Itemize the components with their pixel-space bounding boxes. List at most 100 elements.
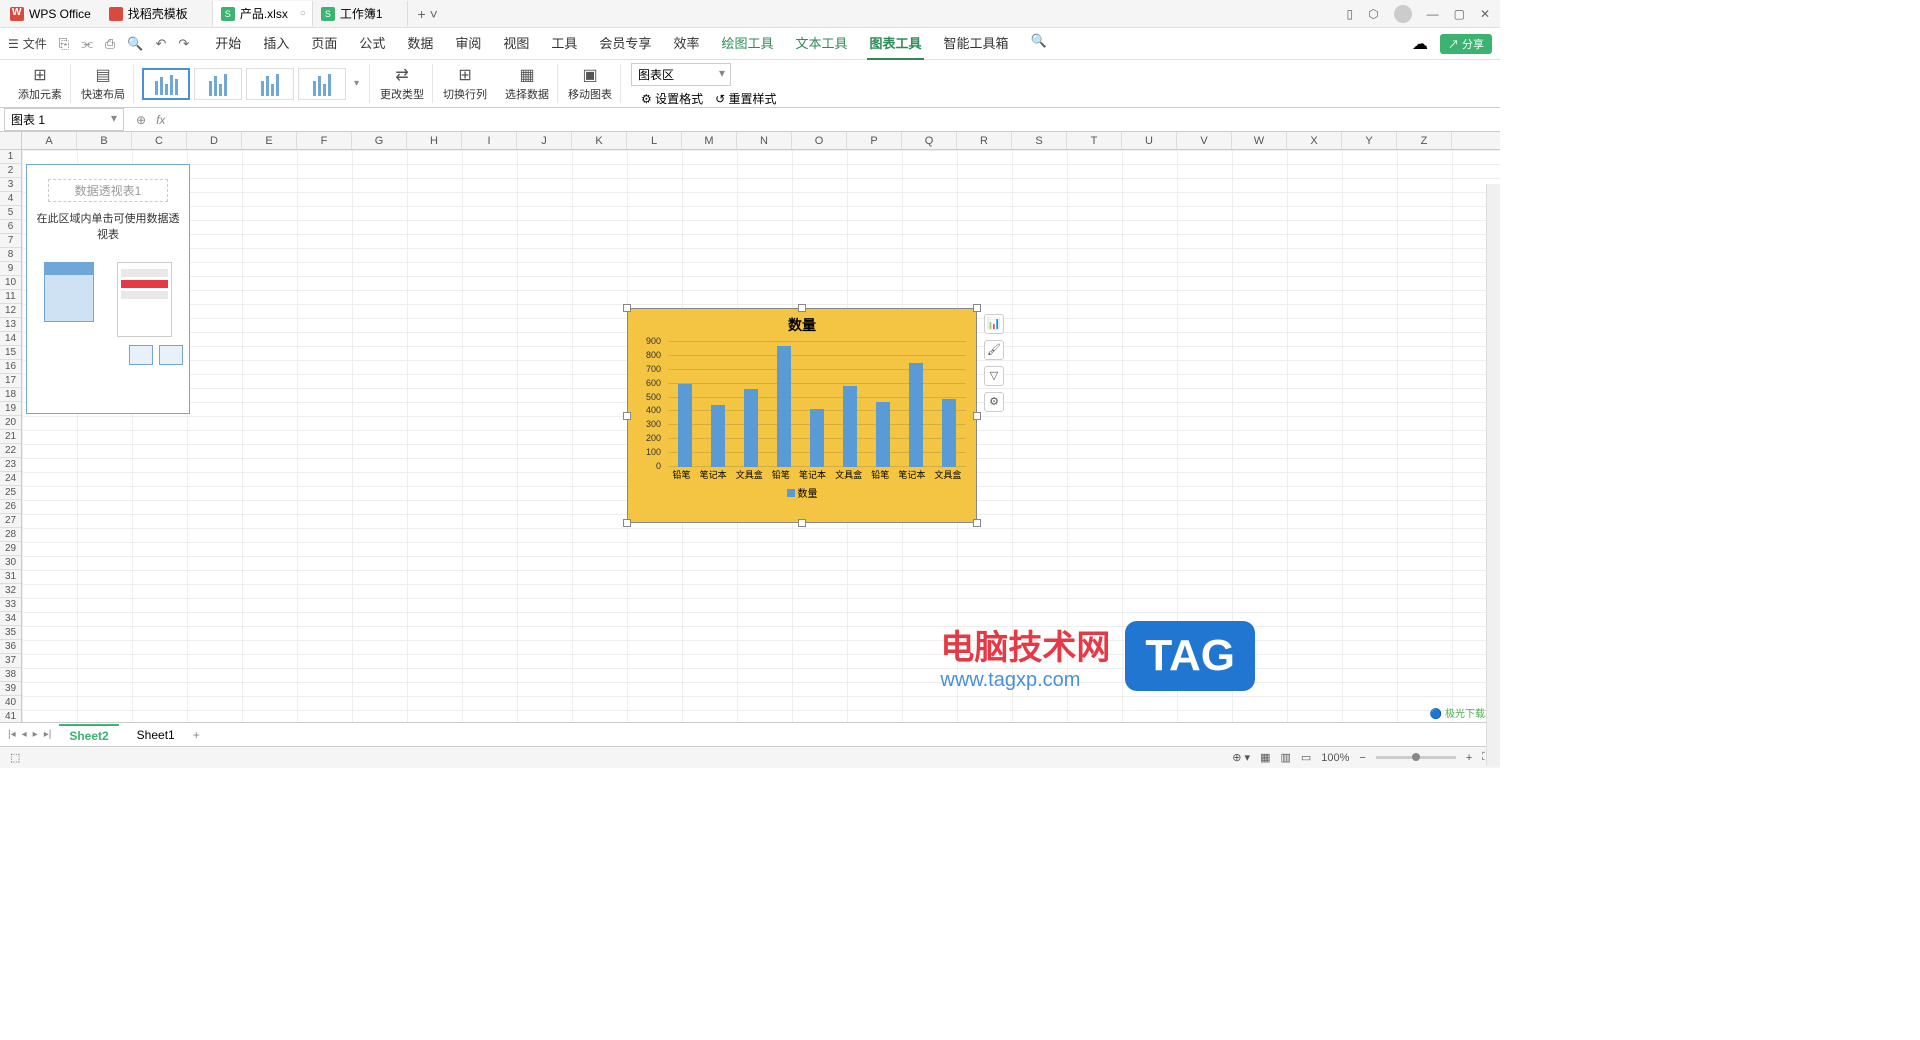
row-header[interactable]: 5 — [0, 206, 21, 220]
chart-style-4[interactable] — [298, 68, 346, 100]
bar[interactable] — [909, 363, 923, 467]
embedded-chart[interactable]: 数量 0100200300400500600700800900 铅笔笔记本文具盒… — [627, 308, 977, 523]
style-more-icon[interactable]: ▾ — [350, 78, 363, 89]
bar[interactable] — [843, 386, 857, 467]
next-sheet-icon[interactable]: ▸ — [33, 729, 38, 740]
view-target-icon[interactable]: ⊕ ▾ — [1232, 751, 1250, 764]
col-header[interactable]: P — [847, 132, 902, 149]
status-mode-icon[interactable]: ⬚ — [10, 751, 20, 764]
resize-handle[interactable] — [973, 304, 981, 312]
close-icon[interactable]: ○ — [300, 8, 306, 19]
row-header[interactable]: 13 — [0, 318, 21, 332]
row-header[interactable]: 36 — [0, 640, 21, 654]
file-menu[interactable]: ☰ 文件 — [8, 35, 47, 52]
col-header[interactable]: W — [1232, 132, 1287, 149]
cell-area[interactable]: 数据透视表1 在此区域内单击可使用数据透视表 — [22, 150, 1500, 722]
row-header[interactable]: 2 — [0, 164, 21, 178]
zoom-in-icon[interactable]: + — [1466, 752, 1472, 764]
move-chart-button[interactable]: ▣ 移动图表 — [560, 64, 621, 103]
sheet-tab-sheet1[interactable]: Sheet1 — [127, 725, 185, 745]
avatar[interactable] — [1394, 5, 1412, 23]
tab-draw-tools[interactable]: 绘图工具 — [719, 27, 775, 60]
tab-start[interactable]: 开始 — [213, 27, 243, 60]
row-header[interactable]: 30 — [0, 556, 21, 570]
new-tab-button[interactable]: + ˅ — [408, 6, 448, 22]
prev-sheet-icon[interactable]: ◂ — [22, 729, 27, 740]
col-header[interactable]: H — [407, 132, 462, 149]
row-header[interactable]: 21 — [0, 430, 21, 444]
tab-view[interactable]: 视图 — [501, 27, 531, 60]
row-header[interactable]: 38 — [0, 668, 21, 682]
chart-area-select[interactable]: 图表区 — [631, 63, 731, 86]
row-header[interactable]: 23 — [0, 458, 21, 472]
sheet-tab-sheet2[interactable]: Sheet2 — [59, 724, 118, 746]
doc-tab-template[interactable]: 找稻壳模板 — [101, 1, 213, 26]
maximize-icon[interactable]: ▢ — [1454, 7, 1465, 21]
resize-handle[interactable] — [798, 304, 806, 312]
row-header[interactable]: 14 — [0, 332, 21, 346]
row-header[interactable]: 25 — [0, 486, 21, 500]
row-header[interactable]: 37 — [0, 654, 21, 668]
row-header[interactable]: 31 — [0, 570, 21, 584]
row-header[interactable]: 28 — [0, 528, 21, 542]
resize-handle[interactable] — [623, 519, 631, 527]
share-button[interactable]: ↗ 分享 — [1440, 34, 1492, 54]
row-header[interactable]: 8 — [0, 248, 21, 262]
resize-handle[interactable] — [798, 519, 806, 527]
bar[interactable] — [711, 405, 725, 468]
col-header[interactable]: R — [957, 132, 1012, 149]
minimize-icon[interactable]: — — [1427, 7, 1439, 21]
col-header[interactable]: J — [517, 132, 572, 149]
doc-tab-workbook[interactable]: S 工作簿1 — [313, 1, 408, 26]
row-header[interactable]: 18 — [0, 388, 21, 402]
row-header[interactable]: 26 — [0, 500, 21, 514]
tab-tools[interactable]: 工具 — [549, 27, 579, 60]
row-header[interactable]: 40 — [0, 696, 21, 710]
row-header[interactable]: 33 — [0, 598, 21, 612]
col-header[interactable]: F — [297, 132, 352, 149]
col-header[interactable]: C — [132, 132, 187, 149]
bar[interactable] — [777, 346, 791, 467]
switch-rc-button[interactable]: ⊞ 切换行列 — [435, 64, 495, 103]
add-element-button[interactable]: ⊞ 添加元素 — [10, 64, 71, 103]
col-header[interactable]: N — [737, 132, 792, 149]
undo-icon[interactable]: ↶ — [155, 36, 166, 52]
view-break-icon[interactable]: ▭ — [1301, 751, 1311, 764]
col-header[interactable]: M — [682, 132, 737, 149]
row-header[interactable]: 17 — [0, 374, 21, 388]
col-header[interactable]: E — [242, 132, 297, 149]
reset-style-button[interactable]: ↺ 重置样式 — [715, 90, 776, 107]
tab-review[interactable]: 审阅 — [453, 27, 483, 60]
col-header[interactable]: L — [627, 132, 682, 149]
row-header[interactable]: 32 — [0, 584, 21, 598]
chart-filter-button[interactable]: ▽ — [984, 366, 1004, 386]
bar[interactable] — [942, 399, 956, 467]
row-header[interactable]: 12 — [0, 304, 21, 318]
col-header[interactable]: O — [792, 132, 847, 149]
row-header[interactable]: 9 — [0, 262, 21, 276]
row-header[interactable]: 1 — [0, 150, 21, 164]
zoom-out-icon[interactable]: − — [1359, 752, 1365, 764]
row-header[interactable]: 11 — [0, 290, 21, 304]
row-header[interactable]: 15 — [0, 346, 21, 360]
redo-icon[interactable]: ↷ — [178, 36, 189, 52]
row-header[interactable]: 35 — [0, 626, 21, 640]
col-header[interactable]: I — [462, 132, 517, 149]
first-sheet-icon[interactable]: |◂ — [8, 729, 16, 740]
link-icon[interactable]: ⫘ — [81, 36, 93, 52]
preview-icon[interactable]: 🔍 — [127, 36, 143, 52]
row-header[interactable]: 41 — [0, 710, 21, 722]
tab-formula[interactable]: 公式 — [357, 27, 387, 60]
row-header[interactable]: 3 — [0, 178, 21, 192]
name-box[interactable]: 图表 1 ▾ — [4, 108, 124, 131]
tab-page[interactable]: 页面 — [309, 27, 339, 60]
view-normal-icon[interactable]: ▦ — [1260, 751, 1270, 764]
bar[interactable] — [678, 384, 692, 467]
zoom-slider[interactable] — [1376, 756, 1456, 759]
pivot-table-placeholder[interactable]: 数据透视表1 在此区域内单击可使用数据透视表 — [26, 164, 190, 414]
reader-icon[interactable]: ▯ — [1347, 7, 1354, 21]
row-header[interactable]: 16 — [0, 360, 21, 374]
row-header[interactable]: 27 — [0, 514, 21, 528]
close-window-icon[interactable]: ✕ — [1480, 7, 1490, 21]
chart-title[interactable]: 数量 — [628, 309, 976, 341]
